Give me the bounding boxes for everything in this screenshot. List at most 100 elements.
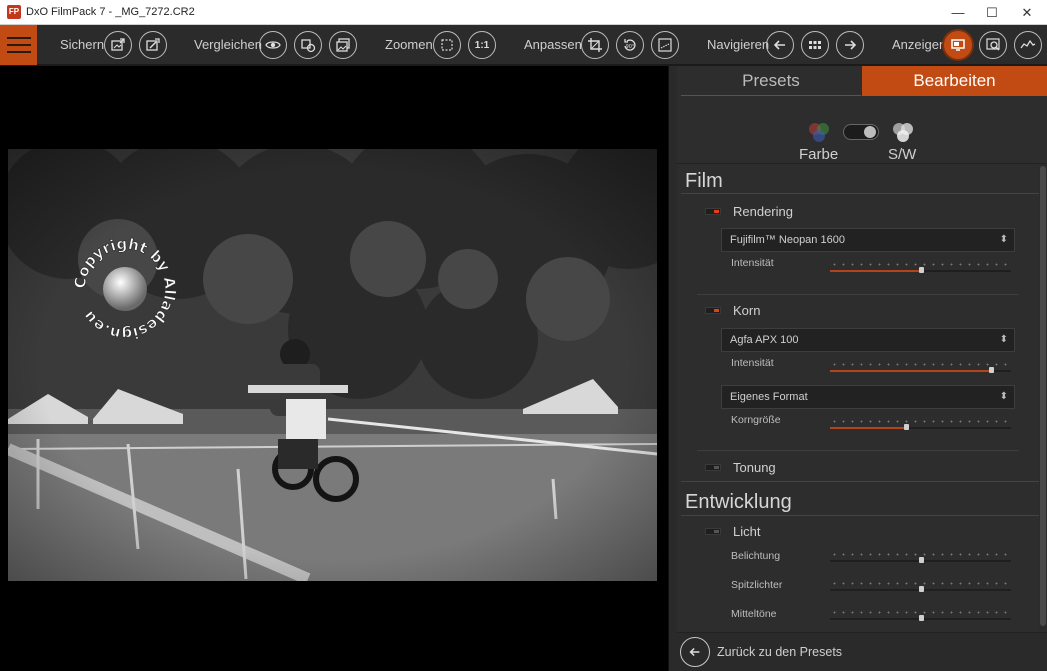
minimize-button[interactable]: —: [941, 0, 975, 25]
arrow-left-icon: [773, 40, 785, 50]
panel-scrollbar[interactable]: [1039, 164, 1047, 630]
app-icon: FP: [7, 5, 21, 19]
copyright-watermark: Copyright by Alladesign.eu: [70, 234, 180, 344]
rendering-label: Rendering: [733, 203, 793, 219]
exposure-slider[interactable]: [830, 553, 1011, 563]
tab-edit[interactable]: Bearbeiten: [862, 66, 1047, 96]
grain-label: Korn: [733, 302, 761, 318]
back-to-presets-label[interactable]: Zurück zu den Presets: [717, 645, 842, 659]
close-button[interactable]: ✕: [1010, 0, 1044, 25]
image-stack-icon: [336, 38, 350, 52]
arrow-left-icon: [689, 647, 700, 657]
panel-tabs: Presets Bearbeiten: [677, 66, 1047, 98]
save-group-label: Sichern: [60, 37, 105, 52]
light-label: Licht: [733, 523, 761, 539]
zoom-100-label: 1:1: [474, 39, 490, 51]
fullscreen-view-button[interactable]: [944, 31, 972, 59]
window-title: DxO FilmPack 7 - _MG_7272.CR2: [26, 6, 195, 18]
zoom-group-label: Zoomen: [385, 37, 433, 52]
loupe-icon: [986, 38, 1000, 51]
monitor-icon: [951, 39, 965, 51]
split-view-icon: [301, 39, 316, 53]
fit-screen-icon: [441, 39, 453, 51]
color-circles-icon[interactable]: [805, 120, 833, 144]
grain-intensity-label: Intensität: [731, 357, 774, 369]
tab-presets[interactable]: Presets: [681, 66, 861, 96]
rendering-intensity-slider[interactable]: [830, 263, 1011, 273]
grain-size-slider[interactable]: [830, 420, 1011, 430]
toning-label: Tonung: [733, 459, 776, 475]
loupe-button[interactable]: [979, 31, 1007, 59]
photo-preview[interactable]: Copyright by Alladesign.eu: [8, 149, 657, 581]
toning-group-header[interactable]: Tonung: [705, 458, 776, 476]
rendering-group-header[interactable]: Rendering: [705, 202, 793, 220]
title-bar: FP DxO FilmPack 7 - _MG_7272.CR2 — ☐ ✕: [0, 0, 1047, 25]
grid-icon: [809, 41, 821, 49]
image-viewer[interactable]: Copyright by Alladesign.eu: [0, 66, 668, 671]
color-bw-toggle[interactable]: [843, 124, 879, 140]
highlights-label: Spitzlichter: [731, 579, 783, 591]
crop-button[interactable]: [581, 31, 609, 59]
export-edit-button[interactable]: [139, 31, 167, 59]
split-compare-button[interactable]: [294, 31, 322, 59]
bw-circles-icon[interactable]: [889, 120, 917, 144]
grain-enable-toggle[interactable]: [705, 306, 721, 314]
eye-icon: [265, 41, 281, 49]
grain-group-header[interactable]: Korn: [705, 301, 760, 319]
midtones-label: Mitteltöne: [731, 608, 777, 620]
zoom-fit-button[interactable]: [433, 31, 461, 59]
back-to-presets-row[interactable]: Zurück zu den Presets: [677, 632, 1047, 671]
settings-scroll-area[interactable]: Film Rendering Fujifilm™ Neopan 1600 Int…: [677, 164, 1039, 630]
rotate-label: 90°: [626, 44, 635, 50]
scrollbar-thumb[interactable]: [1040, 166, 1046, 626]
previous-image-button[interactable]: [766, 31, 794, 59]
before-after-button[interactable]: [329, 31, 357, 59]
zoom-100-button[interactable]: 1:1: [468, 31, 496, 59]
grain-film-select[interactable]: Agfa APX 100: [721, 328, 1015, 352]
divider: [681, 193, 1039, 194]
divider: [697, 294, 1019, 295]
rendering-enable-toggle[interactable]: [705, 207, 721, 215]
toning-enable-toggle[interactable]: [705, 463, 721, 471]
histogram-icon: [1020, 39, 1036, 49]
crop-icon: [588, 38, 602, 52]
divider: [697, 450, 1019, 451]
rendering-film-select[interactable]: Fujifilm™ Neopan 1600: [721, 228, 1015, 252]
highlights-slider[interactable]: [830, 582, 1011, 592]
motocross-photo: [8, 149, 657, 581]
export-image-button[interactable]: [104, 31, 132, 59]
navigate-group-label: Navigieren: [707, 37, 770, 52]
export-edit-icon: [146, 38, 160, 51]
divider: [681, 515, 1039, 516]
hamburger-icon: [6, 37, 31, 39]
back-to-presets-button[interactable]: [680, 637, 710, 667]
grain-intensity-slider[interactable]: [830, 363, 1011, 373]
exposure-label: Belichtung: [731, 550, 781, 562]
light-enable-toggle[interactable]: [705, 527, 721, 535]
color-mode-row: [677, 106, 1047, 164]
film-section-title: Film: [685, 170, 723, 192]
bw-mode-label: S/W: [888, 146, 917, 163]
menu-button[interactable]: [0, 25, 37, 65]
grain-format-select[interactable]: Eigenes Format: [721, 385, 1015, 409]
histogram-button[interactable]: [1014, 31, 1042, 59]
midtones-slider[interactable]: [830, 611, 1011, 621]
grid-view-button[interactable]: [801, 31, 829, 59]
compare-toggle-button[interactable]: [259, 31, 287, 59]
horizon-icon: [658, 38, 672, 52]
next-image-button[interactable]: [836, 31, 864, 59]
panel-splitter[interactable]: [668, 66, 677, 671]
rotate-button[interactable]: 90°: [616, 31, 644, 59]
development-section-title: Entwicklung: [685, 491, 792, 513]
light-group-header[interactable]: Licht: [705, 522, 760, 540]
settings-panel: Presets Bearbeiten Farbe S/W Film Render…: [677, 66, 1047, 671]
straighten-button[interactable]: [651, 31, 679, 59]
maximize-button[interactable]: ☐: [975, 0, 1009, 25]
rendering-intensity-label: Intensität: [731, 257, 774, 269]
grain-size-label: Korngröße: [731, 414, 781, 426]
toolbar: Sichern Vergleichen Zoomen 1:1 Anpassen …: [0, 25, 1047, 65]
rotate-90-icon: 90°: [624, 39, 636, 51]
view-group-label: Anzeigen: [892, 37, 947, 52]
color-mode-label: Farbe: [799, 146, 839, 163]
divider: [681, 481, 1039, 482]
